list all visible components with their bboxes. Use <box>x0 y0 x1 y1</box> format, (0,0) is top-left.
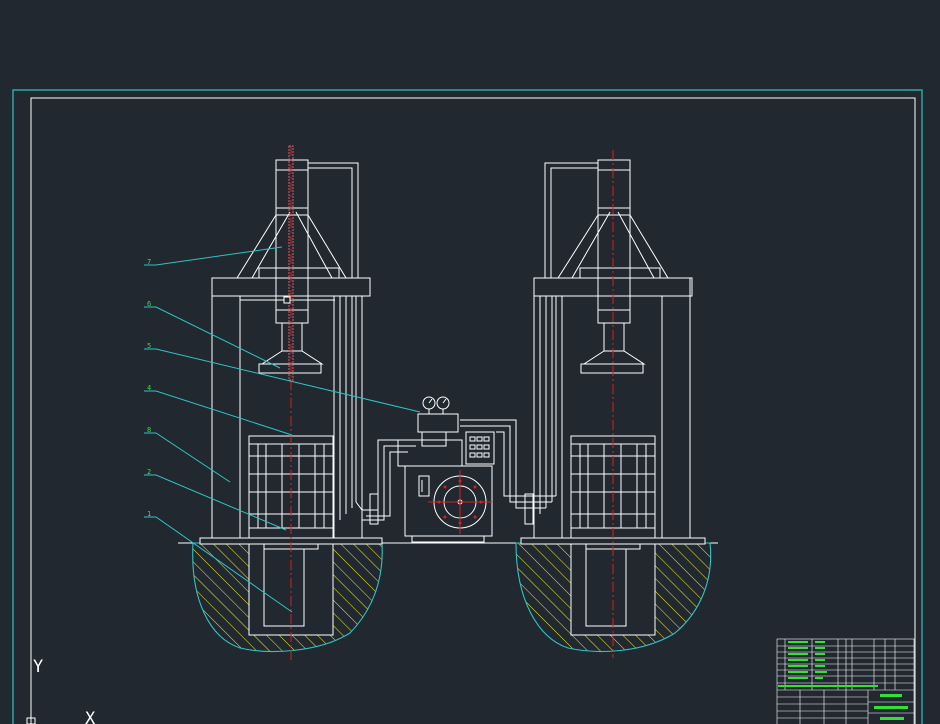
title-block-text <box>778 641 908 720</box>
title-block <box>776 638 915 724</box>
balloon-7: 7 <box>147 258 151 266</box>
right-press <box>524 159 693 539</box>
balloon-8: 8 <box>147 426 151 434</box>
hydraulic-station <box>355 396 556 543</box>
left-ram-cylinder <box>263 547 305 627</box>
left-mold-box <box>248 435 334 539</box>
ucs-y-label: Y <box>33 657 43 677</box>
left-press <box>211 159 379 539</box>
balloon-1: 1 <box>147 510 151 518</box>
ucs-x-label: X <box>85 709 96 724</box>
left-pressing-head <box>258 363 322 374</box>
left-main-cylinder <box>275 159 309 324</box>
drawing-canvas: 7 6 5 4 8 2 1 Y X <box>12 89 923 724</box>
outer-frame <box>12 89 923 724</box>
balloon-2: 2 <box>147 468 151 476</box>
inner-frame <box>30 97 916 724</box>
right-main-cylinder <box>597 159 631 324</box>
valve-manifold <box>417 413 459 433</box>
right-ram-cylinder <box>585 547 627 627</box>
balloon-5: 5 <box>147 342 151 350</box>
left-foundation <box>192 537 383 652</box>
right-pressing-head <box>580 363 644 374</box>
balloon-4: 4 <box>147 384 151 392</box>
balloon-6: 6 <box>147 300 151 308</box>
